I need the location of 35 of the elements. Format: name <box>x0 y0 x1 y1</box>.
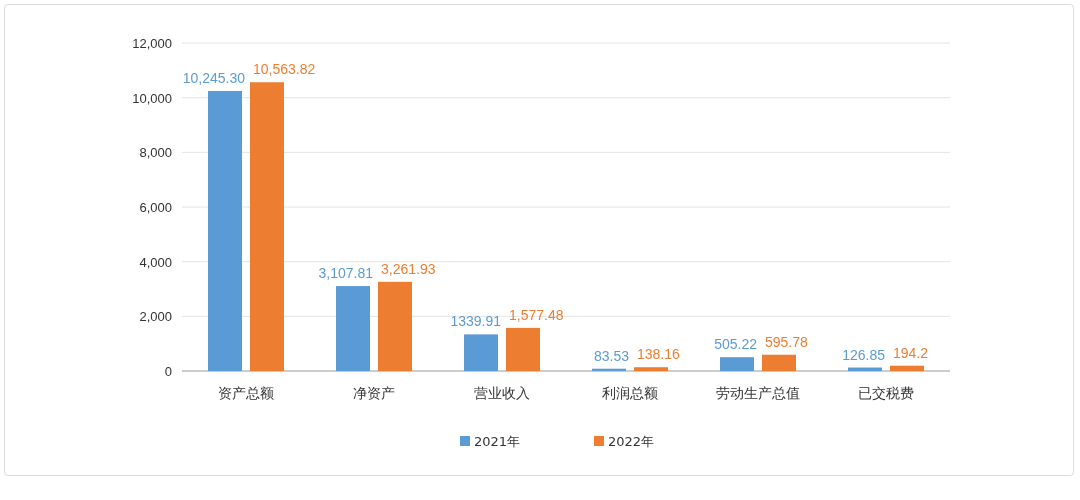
bar <box>848 367 882 371</box>
legend-label: 2022年 <box>608 434 655 449</box>
category-label: 营业收入 <box>474 385 530 401</box>
value-label: 3,261.93 <box>381 260 436 277</box>
value-label: 138.16 <box>637 346 680 363</box>
bar <box>464 334 498 371</box>
value-label: 595.78 <box>765 333 808 350</box>
y-tick-label: 6,000 <box>139 200 172 215</box>
y-tick-label: 10,000 <box>132 90 172 106</box>
value-label: 1339.91 <box>450 313 501 330</box>
value-label: 83.53 <box>593 347 629 364</box>
category-label: 劳动生产总值 <box>716 385 800 401</box>
y-tick-label: 8,000 <box>139 145 172 161</box>
category-label: 净资产 <box>353 385 395 401</box>
bar <box>762 354 796 371</box>
legend-label: 2021年 <box>474 434 521 449</box>
y-tick-label: 4,000 <box>139 254 172 270</box>
value-label: 194.2 <box>893 344 929 361</box>
bar <box>890 365 924 371</box>
value-label: 126.85 <box>842 346 885 363</box>
bar <box>634 367 668 371</box>
bar <box>592 368 626 371</box>
bar <box>720 357 754 371</box>
value-label: 505.22 <box>714 336 757 353</box>
category-label: 利润总额 <box>602 385 658 401</box>
value-label: 3,107.81 <box>318 265 373 282</box>
y-tick-label: 2,000 <box>139 309 172 325</box>
value-label: 10,563.82 <box>253 61 316 78</box>
value-label: 10,245.30 <box>182 69 245 86</box>
category-label: 已交税费 <box>858 385 914 401</box>
y-tick-label: 0 <box>164 364 172 379</box>
y-tick-label: 12,000 <box>132 36 172 51</box>
bar <box>506 327 540 371</box>
category-label: 资产总额 <box>218 385 274 401</box>
value-label: 1,577.48 <box>509 306 564 323</box>
